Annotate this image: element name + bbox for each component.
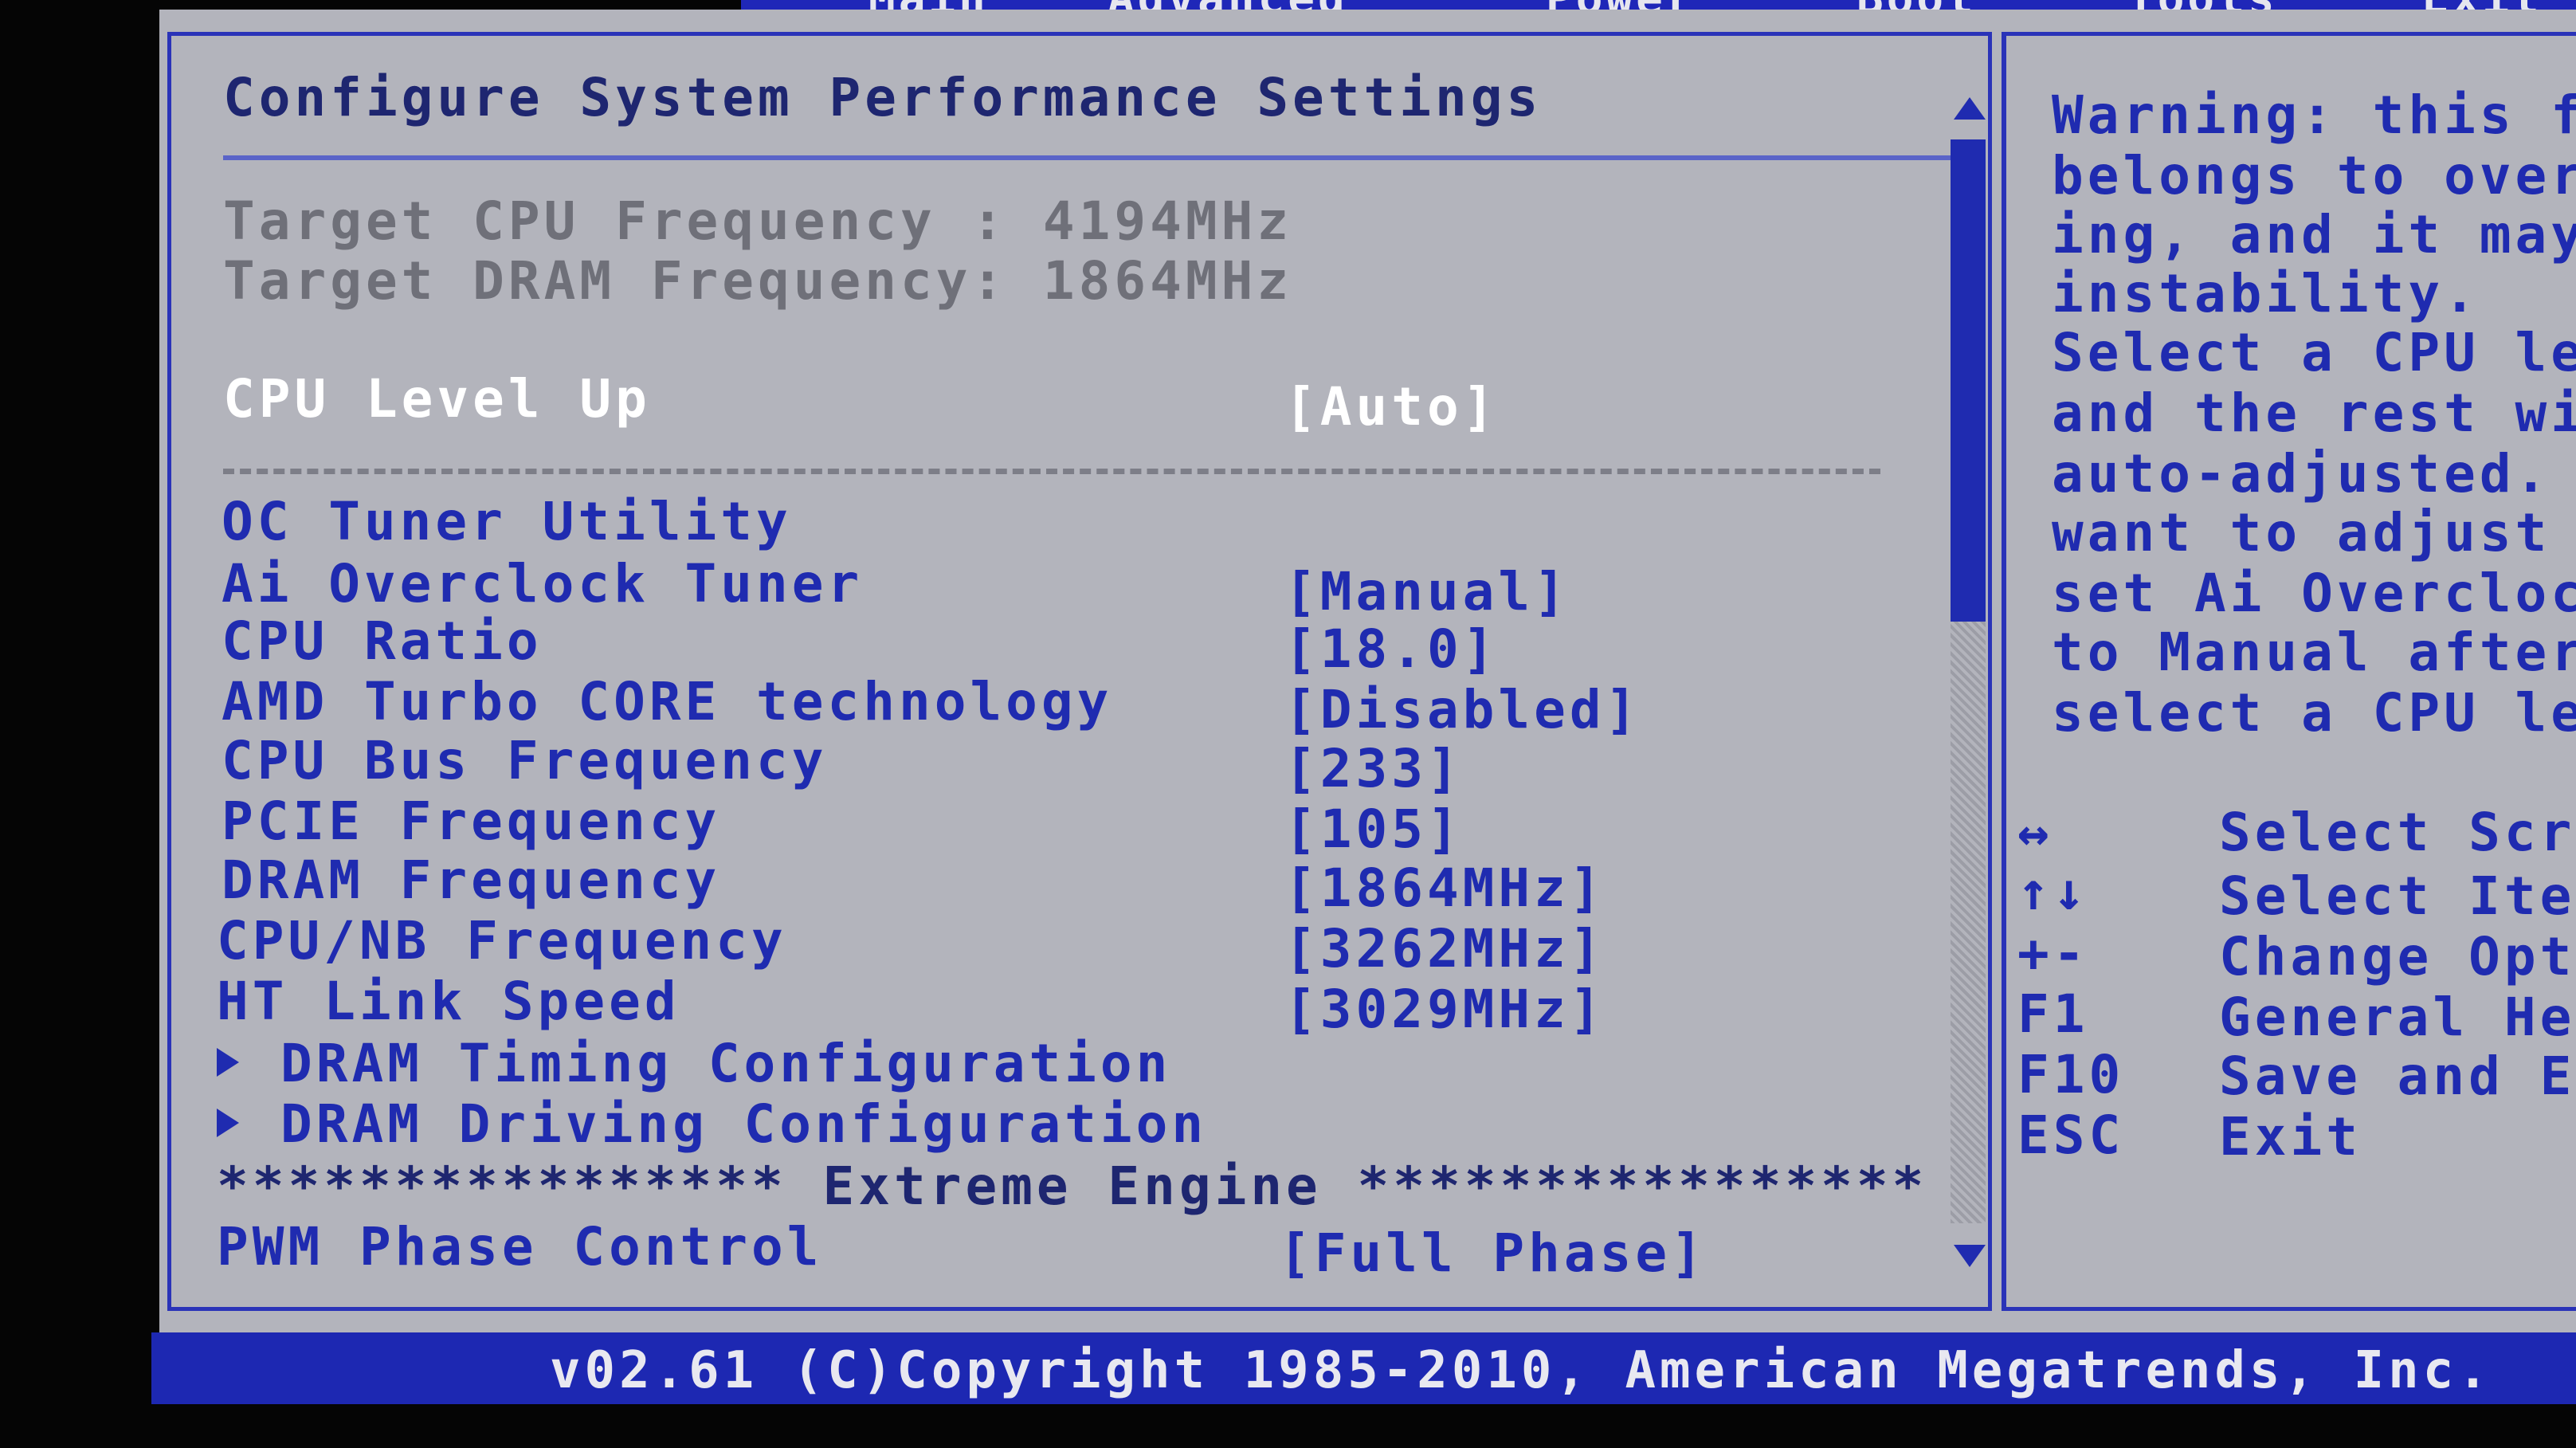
dram-driving-submenu[interactable]: DRAM Driving Configuration <box>217 1098 1207 1151</box>
cpu-bus-frequency-label[interactable]: CPU Bus Frequency <box>222 735 828 787</box>
scrollbar-thumb[interactable] <box>1951 139 1986 622</box>
help-text-line: want to adjust m <box>2052 502 2576 563</box>
tab-advanced[interactable]: Advanced <box>1108 0 1348 10</box>
key-desc: Exit <box>2219 1106 2362 1167</box>
dram-timing-label: DRAM Timing Configuration <box>280 1033 1172 1094</box>
submenu-arrow-icon <box>217 1109 239 1137</box>
key-desc: Save and Ex <box>2219 1046 2576 1107</box>
page-title: Configure System Performance Settings <box>223 67 1543 128</box>
cpu-ratio-value[interactable]: [18.0] <box>1284 623 1498 676</box>
key-f1: F1 <box>2017 983 2089 1045</box>
help-text-line: and the rest wil <box>2052 383 2576 444</box>
tab-main[interactable]: Main <box>868 0 989 10</box>
cpu-bus-frequency-value[interactable]: [233] <box>1284 743 1463 795</box>
amd-turbo-core-value[interactable]: [Disabled] <box>1284 684 1641 736</box>
pcie-frequency-label[interactable]: PCIE Frequency <box>222 795 720 848</box>
scroll-up-arrow-icon[interactable] <box>1954 97 1986 120</box>
help-text-line: instability. <box>2052 263 2480 324</box>
help-text-line: to Manual after <box>2052 622 2576 683</box>
pwm-phase-control-label[interactable]: PWM Phase Control <box>217 1221 823 1273</box>
cpu-level-up-value[interactable]: [Auto] <box>1284 381 1498 434</box>
top-menu-bar: Main Advanced Power Boot Tools Exit <box>741 0 2576 10</box>
help-text-line: belongs to overc <box>2052 145 2576 206</box>
dram-frequency-label[interactable]: DRAM Frequency <box>222 854 720 907</box>
ht-link-speed-label[interactable]: HT Link Speed <box>217 975 680 1028</box>
dram-frequency-value[interactable]: [1864MHz] <box>1284 862 1606 915</box>
tab-tools[interactable]: Tools <box>2127 0 2278 10</box>
key-up-down: ↑↓ <box>2017 861 2089 922</box>
target-dram-frequency: Target DRAM Frequency: 1864MHz <box>223 250 1293 312</box>
submenu-arrow-icon <box>217 1048 239 1077</box>
key-desc: General Hel <box>2219 987 2576 1048</box>
dram-driving-label: DRAM Driving Configuration <box>280 1093 1208 1155</box>
title-divider <box>223 155 1960 160</box>
ai-overclock-tuner-value[interactable]: [Manual] <box>1284 566 1570 618</box>
key-desc: Select Item <box>2219 865 2576 927</box>
help-text-line: Warning: this fu <box>2052 84 2576 146</box>
key-esc: ESC <box>2017 1105 2125 1166</box>
cpu-ratio-label[interactable]: CPU Ratio <box>222 615 543 668</box>
scroll-down-arrow-icon[interactable] <box>1954 1245 1986 1267</box>
dram-timing-submenu[interactable]: DRAM Timing Configuration <box>217 1038 1171 1090</box>
key-left-right: ↔ <box>2017 802 2053 863</box>
amd-turbo-core-label[interactable]: AMD Turbo CORE technology <box>222 676 1112 728</box>
copyright-text: v02.61 (C)Copyright 1985-2010, American … <box>550 1341 2492 1400</box>
bios-screen: Main Advanced Power Boot Tools Exit Conf… <box>0 0 2576 1448</box>
key-f10: F10 <box>2017 1044 2125 1105</box>
help-text-line: ing, and it may <box>2052 204 2576 265</box>
tab-boot[interactable]: Boot <box>1857 0 1977 10</box>
pcie-frequency-value[interactable]: [105] <box>1284 803 1463 856</box>
pwm-phase-control-value[interactable]: [Full Phase] <box>1279 1227 1707 1280</box>
cpu-nb-frequency-label[interactable]: CPU/NB Frequency <box>217 915 787 967</box>
section-divider <box>223 469 1880 474</box>
extreme-engine-header: **************** Extreme Engine ********… <box>217 1156 1928 1217</box>
cpu-level-up-label[interactable]: CPU Level Up <box>223 373 651 426</box>
key-plus-minus: +- <box>2017 923 2089 984</box>
target-cpu-frequency: Target CPU Frequency : 4194MHz <box>223 190 1293 252</box>
key-desc: Change Opti <box>2219 926 2576 987</box>
tab-power[interactable]: Power <box>1546 0 1696 10</box>
help-text-line: select a CPU lev <box>2052 682 2576 744</box>
cpu-nb-frequency-value[interactable]: [3262MHz] <box>1284 923 1606 975</box>
key-desc: Select Scre <box>2219 802 2576 863</box>
oc-tuner-utility-item[interactable]: OC Tuner Utility <box>222 496 792 548</box>
ht-link-speed-value[interactable]: [3029MHz] <box>1284 983 1606 1036</box>
ai-overclock-tuner-label[interactable]: Ai Overclock Tuner <box>222 558 863 610</box>
help-text-line: auto-adjusted. I <box>2052 443 2576 504</box>
help-text-line: Select a CPU lev <box>2052 322 2576 383</box>
help-text-line: set Ai Overclock <box>2052 563 2576 624</box>
tab-exit[interactable]: Exit <box>2422 0 2543 10</box>
